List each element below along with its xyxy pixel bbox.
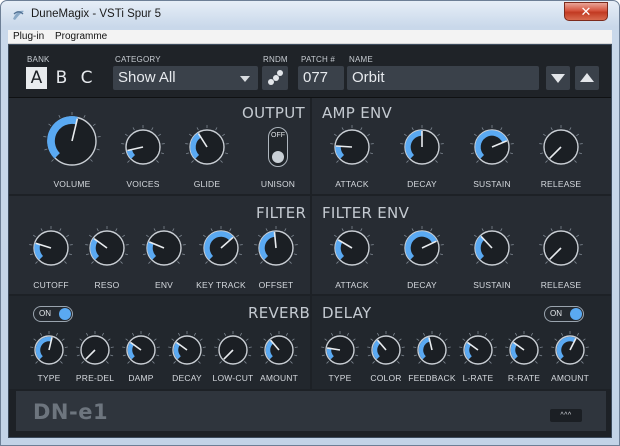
random-label: RNDM — [263, 55, 288, 64]
delay-r-rate-knob[interactable] — [502, 328, 546, 372]
reverb-decay-knob[interactable] — [165, 328, 209, 372]
reverb-damp-knob[interactable] — [119, 328, 163, 372]
menu-plugin[interactable]: Plug-in — [13, 31, 44, 42]
reverb-low-cut-knob[interactable] — [211, 328, 255, 372]
reverb-title: REVERB — [248, 304, 311, 322]
filter-env-sustain-label: SUSTAIN — [473, 280, 511, 290]
amp-env-release-label: RELEASE — [540, 179, 582, 189]
unison-state: OFF — [271, 132, 285, 139]
amp-env-decay-knob[interactable] — [397, 122, 447, 172]
output-title: OUTPUT — [242, 104, 305, 122]
dice-icon — [268, 70, 283, 85]
reverb-pre-del-knob[interactable] — [73, 328, 117, 372]
patch-name-field[interactable]: Orbit — [347, 66, 539, 90]
amp-env-attack-label: ATTACK — [335, 179, 369, 189]
filter-env-decay-label: DECAY — [407, 280, 437, 290]
category-dropdown[interactable]: Show All — [113, 66, 258, 90]
reverb-toggle-handle — [59, 308, 71, 320]
window-title: DuneMagix - VSTi Spur 5 — [31, 8, 161, 20]
title-bar[interactable]: DuneMagix - VSTi Spur 5 ✕ — [1, 1, 619, 29]
filter-env-attack-knob[interactable] — [327, 223, 377, 273]
reverb-toggle-state: ON — [39, 309, 51, 318]
delay-l-rate-knob[interactable] — [456, 328, 500, 372]
triangle-down-icon — [551, 74, 565, 83]
output-voices-knob[interactable] — [118, 122, 168, 172]
reverb-type-knob[interactable] — [27, 328, 71, 372]
amp-env-title: AMP ENV — [322, 104, 393, 122]
app-icon — [13, 10, 24, 20]
filter-title: FILTER — [256, 204, 307, 222]
filter-env-decay-knob[interactable] — [397, 223, 447, 273]
filter-env-knob[interactable] — [139, 223, 189, 273]
delay-type-knob[interactable] — [318, 328, 362, 372]
output-volume-label: VOLUME — [53, 179, 91, 189]
preset-bar: BANK A B C CATEGORY Show All RNDM PATCH … — [9, 45, 611, 98]
bank-a-button[interactable]: A — [26, 67, 47, 89]
output-glide-knob[interactable] — [182, 122, 232, 172]
filter-env-release-label: RELEASE — [540, 280, 582, 290]
delay-toggle-state: ON — [550, 309, 562, 318]
delay-color-knob[interactable] — [364, 328, 408, 372]
filter-key-track-knob[interactable] — [196, 223, 246, 273]
bank-b-button[interactable]: B — [51, 67, 72, 89]
unison-label: UNISON — [260, 179, 296, 189]
filter-env-title: FILTER ENV — [322, 204, 410, 222]
next-patch-button[interactable] — [546, 66, 570, 90]
delay-title: DELAY — [322, 304, 372, 322]
filter-env-release-knob[interactable] — [536, 223, 586, 273]
delay-amount-knob[interactable] — [548, 328, 592, 372]
randomize-button[interactable] — [262, 66, 288, 90]
expand-button[interactable]: ^^^ — [550, 409, 582, 422]
category-value: Show All — [118, 69, 176, 86]
delay-toggle-handle — [570, 308, 582, 320]
amp-env-sustain-knob[interactable] — [467, 122, 517, 172]
category-label: CATEGORY — [115, 55, 161, 64]
unison-switch-handle — [272, 151, 284, 163]
filter-cutoff-knob[interactable] — [26, 223, 76, 273]
synth-panel: BANK A B C CATEGORY Show All RNDM PATCH … — [8, 44, 612, 438]
bank-label: BANK — [27, 55, 50, 64]
patch-number-field[interactable]: 077 — [298, 66, 344, 90]
menu-programme[interactable]: Programme — [55, 31, 107, 42]
previous-patch-button[interactable] — [575, 66, 599, 90]
filter-offset-knob[interactable] — [251, 223, 301, 273]
amp-env-release-knob[interactable] — [536, 122, 586, 172]
filter-env-attack-label: ATTACK — [335, 280, 369, 290]
amp-env-attack-knob[interactable] — [327, 122, 377, 172]
close-button[interactable]: ✕ — [564, 2, 608, 21]
output-voices-label: VOICES — [126, 179, 160, 189]
reverb-toggle[interactable]: ON — [33, 306, 73, 322]
amp-env-sustain-label: SUSTAIN — [473, 179, 511, 189]
product-logo: DN-e1 — [33, 400, 109, 424]
output-glide-label: GLIDE — [193, 179, 221, 189]
delay-toggle[interactable]: ON — [544, 306, 584, 322]
plugin-window: DuneMagix - VSTi Spur 5 ✕ Plug-in Progra… — [0, 0, 620, 446]
delay-amount-label: AMOUNT — [550, 373, 590, 383]
chevron-down-icon — [240, 76, 250, 82]
reverb-amount-knob[interactable] — [257, 328, 301, 372]
patch-label: PATCH # — [301, 55, 335, 64]
unison-switch[interactable]: OFF — [268, 127, 288, 167]
triangle-up-icon — [580, 73, 594, 82]
filter-reso-knob[interactable] — [82, 223, 132, 273]
filter-offset-label: OFFSET — [258, 280, 294, 290]
menu-bar: Plug-in Programme — [8, 30, 612, 44]
filter-env-sustain-knob[interactable] — [467, 223, 517, 273]
delay-feedback-knob[interactable] — [410, 328, 454, 372]
reverb-amount-label: AMOUNT — [259, 373, 299, 383]
bank-c-button[interactable]: C — [76, 67, 97, 89]
output-volume-knob[interactable] — [40, 109, 104, 173]
amp-env-decay-label: DECAY — [407, 179, 437, 189]
name-label: NAME — [349, 55, 373, 64]
